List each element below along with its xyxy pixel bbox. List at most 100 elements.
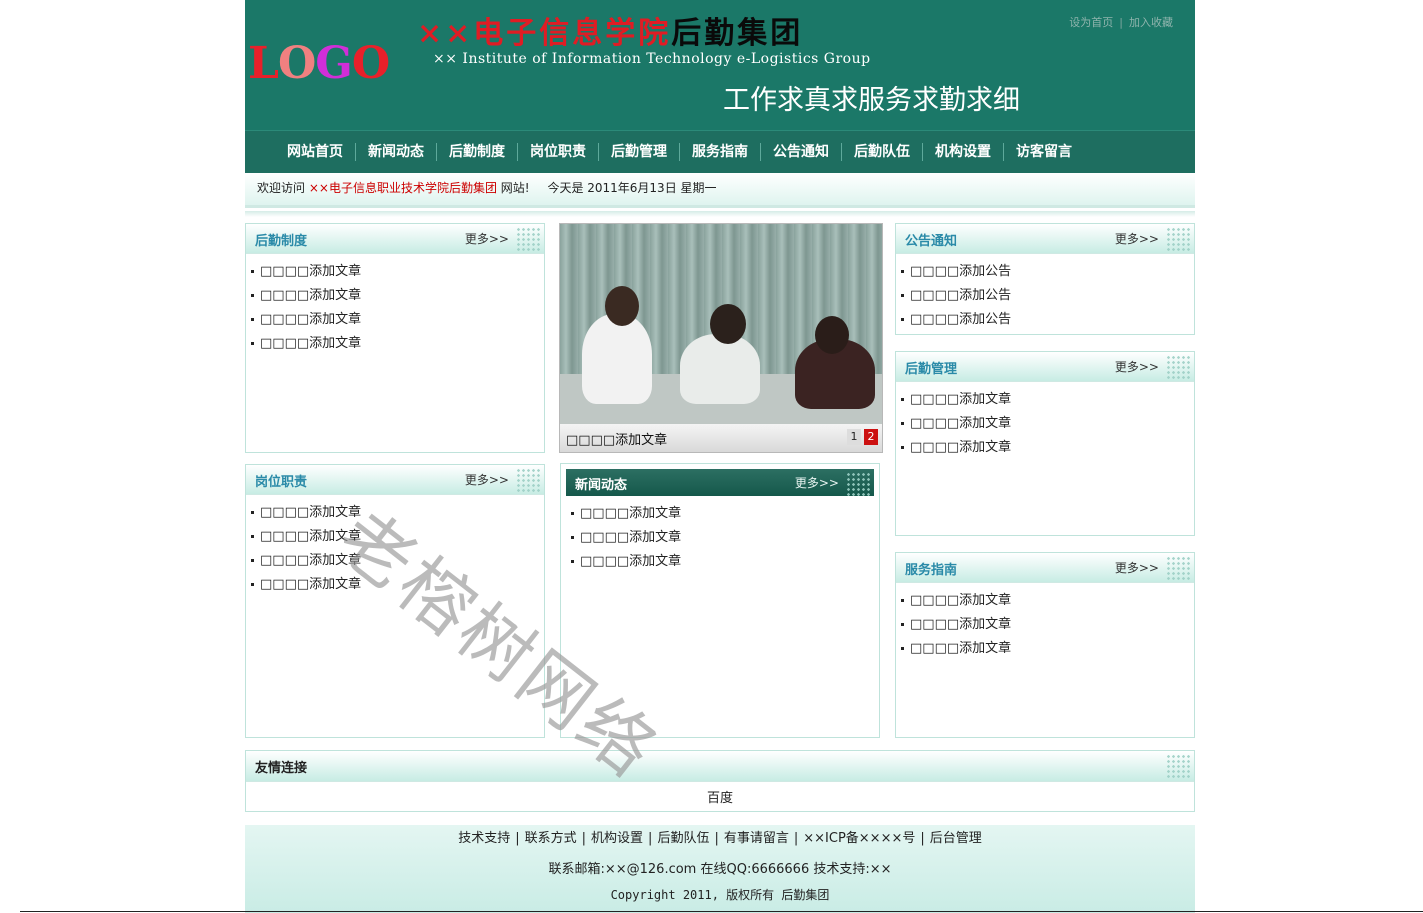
footer-link-message[interactable]: 有事请留言	[724, 831, 789, 846]
slideshow-pager: 1 2	[847, 429, 878, 445]
bullet-icon	[251, 559, 254, 562]
nav-item-news[interactable]: 新闻动态	[355, 143, 436, 161]
site-header: LOGO ××电子信息学院后勤集团 ×× Institute of Inform…	[245, 0, 1195, 130]
more-link[interactable]: 更多>>	[1115, 358, 1159, 375]
list-item[interactable]: □□□□添加文章	[251, 501, 544, 525]
separator: |	[920, 831, 925, 846]
footer-link-admin[interactable]: 后台管理	[930, 831, 982, 846]
bullet-icon	[251, 535, 254, 538]
bullet-icon	[901, 398, 904, 401]
list-item[interactable]: □□□□添加文章	[251, 260, 544, 284]
box-header: 公告通知 更多>>	[896, 224, 1194, 254]
slideshow-caption[interactable]: □□□□添加文章	[566, 429, 667, 448]
nav-item-home[interactable]: 网站首页	[275, 143, 355, 161]
bullet-icon	[901, 647, 904, 650]
welcome-suffix: 网站!	[500, 181, 530, 195]
photo-person-head	[605, 286, 639, 326]
nav-item-notices[interactable]: 公告通知	[760, 143, 841, 161]
nav-item-guestbook[interactable]: 访客留言	[1003, 143, 1084, 161]
box-news: 新闻动态 更多>> □□□□添加文章 □□□□添加文章 □□□□添加文章	[560, 463, 880, 738]
nav-item-rules[interactable]: 后勤制度	[436, 143, 517, 161]
list-item-label: □□□□添加文章	[910, 440, 1012, 455]
more-link[interactable]: 更多>>	[465, 230, 509, 247]
photo-person-head	[815, 316, 849, 354]
site-title-group: 后勤集团	[671, 16, 804, 51]
footer-link-contact[interactable]: 联系方式	[525, 831, 577, 846]
list-item[interactable]: □□□□添加公告	[901, 260, 1194, 284]
list-item[interactable]: □□□□添加文章	[571, 502, 879, 526]
list-item[interactable]: □□□□添加文章	[251, 573, 544, 597]
photo-person	[582, 314, 652, 404]
list-item[interactable]: □□□□添加文章	[251, 332, 544, 356]
box-title: 公告通知	[905, 234, 958, 249]
bullet-icon	[251, 511, 254, 514]
slideshow[interactable]: □□□□添加文章 1 2	[559, 223, 883, 453]
site-logo[interactable]: LOGO	[248, 38, 390, 89]
add-favorite-link[interactable]: 加入收藏	[1129, 16, 1173, 29]
list-item[interactable]: □□□□添加文章	[901, 412, 1194, 436]
nav-item-management[interactable]: 后勤管理	[598, 143, 679, 161]
nav-item-team[interactable]: 后勤队伍	[841, 143, 922, 161]
list-item[interactable]: □□□□添加公告	[901, 284, 1194, 308]
welcome-school-name: ××电子信息职业技术学院后勤集团	[308, 181, 497, 195]
footer-link-team[interactable]: 后勤队伍	[657, 831, 709, 846]
footer-link-organization[interactable]: 机构设置	[591, 831, 643, 846]
more-link[interactable]: 更多>>	[465, 471, 509, 488]
nav-item-service-guide[interactable]: 服务指南	[679, 143, 760, 161]
bullet-icon	[251, 583, 254, 586]
footer-icp[interactable]: ××ICP备××××号	[803, 831, 915, 846]
list-item-label: □□□□添加公告	[910, 312, 1012, 327]
bottom-rule	[20, 911, 1423, 912]
separator: |	[515, 831, 520, 846]
list-item-label: □□□□添加文章	[580, 530, 682, 545]
more-link[interactable]: 更多>>	[795, 474, 839, 491]
nav-item-organization[interactable]: 机构设置	[922, 143, 1003, 161]
list-item[interactable]: □□□□添加文章	[251, 525, 544, 549]
list-item[interactable]: □□□□添加文章	[251, 284, 544, 308]
dots-decoration-icon	[846, 472, 872, 496]
footer-copyright: Copyright 2011, 版权所有 后勤集团	[610, 888, 830, 902]
site-footer: 技术支持 | 联系方式 | 机构设置 | 后勤队伍 | 有事请留言 | ××ICP备××××号 | 后台…	[245, 825, 1195, 913]
list-item[interactable]: □□□□添加文章	[901, 388, 1194, 412]
box-header: 新闻动态 更多>>	[566, 469, 874, 496]
logo-letter: O	[277, 38, 316, 89]
list-item[interactable]: □□□□添加文章	[901, 436, 1194, 460]
list-item[interactable]: □□□□添加文章	[251, 308, 544, 332]
logo-letter: G	[315, 38, 353, 89]
friend-link-baidu[interactable]: 百度	[246, 787, 1194, 806]
list-item[interactable]: □□□□添加文章	[571, 526, 879, 550]
list-item-label: □□□□添加文章	[260, 288, 362, 303]
more-link[interactable]: 更多>>	[1115, 230, 1159, 247]
box-title: 新闻动态	[575, 478, 628, 493]
nav-item-duties[interactable]: 岗位职责	[517, 143, 598, 161]
bullet-icon	[251, 342, 254, 345]
box-header: 服务指南 更多>>	[896, 553, 1194, 583]
box-title: 后勤制度	[255, 234, 308, 249]
list-item-label: □□□□添加公告	[910, 264, 1012, 279]
separator: |	[714, 831, 719, 846]
dots-decoration-icon	[516, 227, 542, 251]
slideshow-page-2[interactable]: 2	[864, 429, 878, 445]
site-subtitle: ×× Institute of Information Technology e…	[433, 51, 871, 67]
top-links: 设为首页 | 加入收藏	[1069, 14, 1173, 30]
list-item[interactable]: □□□□添加文章	[901, 589, 1194, 613]
set-homepage-link[interactable]: 设为首页	[1069, 16, 1113, 29]
more-link[interactable]: 更多>>	[1115, 559, 1159, 576]
bullet-icon	[571, 560, 574, 563]
list-item[interactable]: □□□□添加公告	[901, 308, 1194, 332]
separator: |	[581, 831, 587, 846]
list-item[interactable]: □□□□添加文章	[901, 637, 1194, 661]
friend-links-title: 友情连接	[255, 761, 308, 776]
footer-contact: 联系邮箱:××@126.com 在线QQ:6666666 技术支持:××	[548, 862, 892, 877]
current-date: 今天是 2011年6月13日 星期一	[547, 181, 717, 195]
slideshow-page-1[interactable]: 1	[847, 429, 861, 445]
box-logistics-rules: 后勤制度 更多>> □□□□添加文章 □□□□添加文章 □□□□添加文章 □□□…	[245, 223, 545, 453]
site-title-school: ××电子信息学院	[417, 16, 672, 51]
list-item[interactable]: □□□□添加文章	[571, 550, 879, 574]
box-title: 服务指南	[905, 563, 958, 578]
footer-link-tech-support[interactable]: 技术支持	[458, 831, 510, 846]
list-item[interactable]: □□□□添加文章	[251, 549, 544, 573]
bullet-icon	[251, 318, 254, 321]
list-item[interactable]: □□□□添加文章	[901, 613, 1194, 637]
separator: |	[648, 831, 653, 846]
